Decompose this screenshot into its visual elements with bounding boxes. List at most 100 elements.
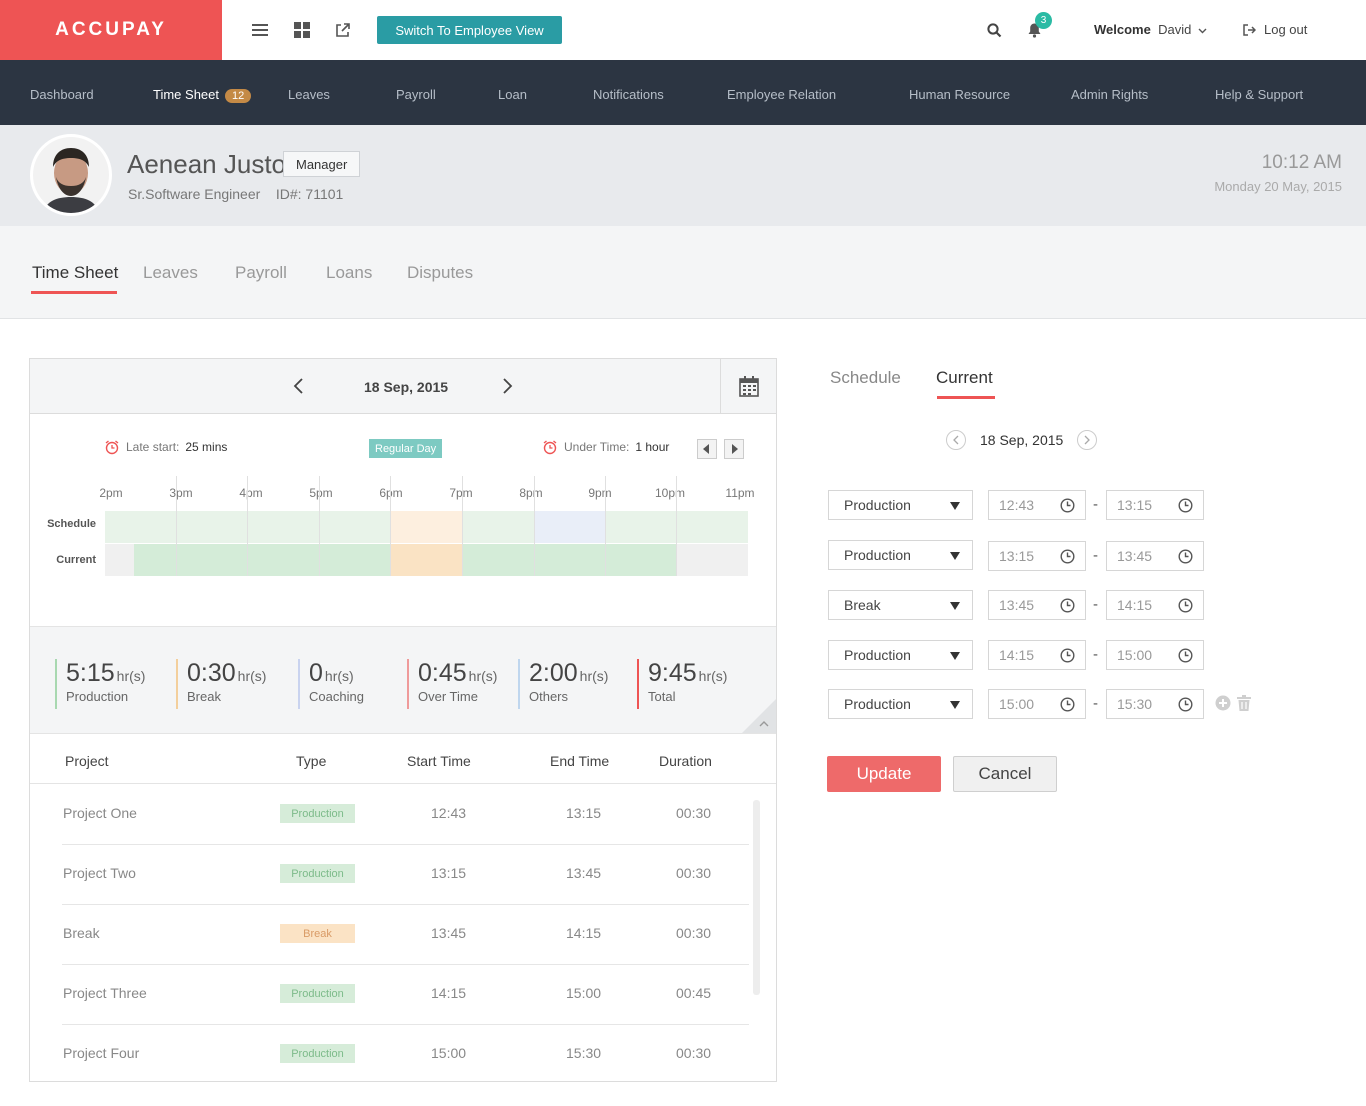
hour-label: 2pm bbox=[99, 486, 123, 500]
logout-button[interactable]: Log out bbox=[1243, 22, 1307, 37]
clock-icon[interactable] bbox=[1060, 648, 1075, 663]
update-button[interactable]: Update bbox=[827, 756, 941, 792]
entry-type-select[interactable]: Production bbox=[828, 490, 973, 520]
entry-start-time-input[interactable]: 13:45 bbox=[988, 590, 1086, 620]
entry-end-time-input[interactable]: 13:45 bbox=[1106, 541, 1204, 571]
clock-icon[interactable] bbox=[1060, 697, 1075, 712]
app-logo[interactable]: ACCUPAY bbox=[0, 0, 222, 60]
tab-disputes[interactable]: Disputes bbox=[407, 263, 473, 283]
editor-next-day-button[interactable] bbox=[1077, 430, 1097, 450]
editor-previous-day-button[interactable] bbox=[946, 430, 966, 450]
nav-payroll[interactable]: Payroll bbox=[396, 87, 436, 102]
main-navigation: Dashboard Time Sheet 12 Leaves Payroll Lo… bbox=[0, 60, 1366, 125]
entry-end-time-input[interactable]: 15:00 bbox=[1106, 640, 1204, 670]
nav-dashboard[interactable]: Dashboard bbox=[30, 87, 94, 102]
tab-payroll[interactable]: Payroll bbox=[235, 263, 287, 283]
summary-production: 5:15 hr(s) Production bbox=[55, 659, 145, 709]
clock-icon[interactable] bbox=[1178, 697, 1193, 712]
project-name: Break bbox=[63, 925, 100, 941]
table-row[interactable]: Project Three Production 14:15 15:00 00:… bbox=[62, 965, 749, 1025]
type-badge: Production bbox=[280, 1044, 355, 1063]
clock-icon[interactable] bbox=[1178, 498, 1193, 513]
clock-icon[interactable] bbox=[1178, 549, 1193, 564]
user-name: David bbox=[1158, 22, 1192, 37]
menu-icon[interactable] bbox=[248, 18, 272, 42]
next-day-icon[interactable] bbox=[500, 377, 514, 395]
chevron-up-icon[interactable] bbox=[759, 720, 769, 727]
tab-loans[interactable]: Loans bbox=[326, 263, 372, 283]
timeline-gridline bbox=[176, 476, 177, 576]
timeline-gridline bbox=[605, 476, 606, 576]
late-start-info: Late start: 25 mins bbox=[104, 439, 227, 455]
tab-current[interactable]: Current bbox=[936, 368, 993, 388]
user-menu[interactable]: Welcome David bbox=[1094, 22, 1207, 37]
current-timeline bbox=[105, 544, 748, 576]
table-scrollbar[interactable] bbox=[753, 800, 760, 995]
summary-unit: hr(s) bbox=[324, 668, 354, 684]
entry-type-select[interactable]: Production bbox=[828, 640, 973, 670]
table-row[interactable]: Project Four Production 15:00 15:30 00:3… bbox=[62, 1025, 749, 1081]
alarm-clock-icon bbox=[543, 440, 557, 455]
nav-leaves[interactable]: Leaves bbox=[288, 87, 330, 102]
entry-start-time-input[interactable]: 15:00 bbox=[988, 689, 1086, 719]
clock-icon[interactable] bbox=[1178, 598, 1193, 613]
hour-label: 8pm bbox=[519, 486, 543, 500]
summary-unit: hr(s) bbox=[116, 668, 146, 684]
project-name: Project Two bbox=[63, 865, 136, 881]
table-row[interactable]: Project One Production 12:43 13:15 00:30 bbox=[62, 785, 749, 845]
job-title: Sr.Software Engineer bbox=[128, 186, 261, 202]
clock-icon[interactable] bbox=[1060, 498, 1075, 513]
external-link-icon[interactable] bbox=[331, 18, 355, 42]
current-time: 10:12 AM bbox=[1261, 152, 1342, 173]
add-entry-icon[interactable] bbox=[1215, 695, 1231, 711]
clock-icon[interactable] bbox=[1178, 648, 1193, 663]
under-time-label: Under Time: bbox=[564, 440, 630, 454]
schedule-row-label: Schedule bbox=[47, 518, 96, 530]
table-row[interactable]: Break Break 13:45 14:15 00:30 bbox=[62, 905, 749, 965]
entry-start-time-input[interactable]: 12:43 bbox=[988, 490, 1086, 520]
nav-notifications[interactable]: Notifications bbox=[593, 87, 664, 102]
tab-schedule[interactable]: Schedule bbox=[830, 368, 901, 388]
previous-day-icon[interactable] bbox=[292, 377, 306, 395]
hour-label: 11pm bbox=[725, 486, 755, 500]
timeline-next-button[interactable] bbox=[724, 439, 744, 459]
table-row[interactable]: Project Two Production 13:15 13:45 00:30 bbox=[62, 845, 749, 905]
entry-end-time-input[interactable]: 15:30 bbox=[1106, 689, 1204, 719]
nav-help-support[interactable]: Help & Support bbox=[1215, 87, 1303, 102]
grid-icon[interactable] bbox=[290, 18, 314, 42]
entry-type-select[interactable]: Production bbox=[828, 540, 973, 570]
editor-date: 18 Sep, 2015 bbox=[980, 432, 1064, 448]
entry-type-value: Production bbox=[844, 497, 911, 513]
tab-leaves[interactable]: Leaves bbox=[143, 263, 198, 283]
clock-icon[interactable] bbox=[1060, 549, 1075, 564]
nav-time-sheet-label: Time Sheet bbox=[153, 87, 219, 102]
type-badge: Production bbox=[280, 864, 355, 883]
alarm-clock-icon bbox=[105, 440, 119, 455]
collapse-toggle[interactable] bbox=[742, 699, 776, 733]
nav-loan[interactable]: Loan bbox=[498, 87, 527, 102]
entry-end-time-input[interactable]: 14:15 bbox=[1106, 590, 1204, 620]
timeline-prev-button[interactable] bbox=[697, 439, 717, 459]
clock-icon[interactable] bbox=[1060, 598, 1075, 613]
start-time-value: 15:00 bbox=[999, 696, 1035, 712]
cancel-button[interactable]: Cancel bbox=[953, 756, 1057, 792]
entry-type-select[interactable]: Production bbox=[828, 689, 973, 719]
tab-time-sheet[interactable]: Time Sheet bbox=[32, 263, 118, 283]
search-icon[interactable] bbox=[982, 18, 1006, 42]
schedule-production-block bbox=[105, 511, 391, 543]
nav-time-sheet[interactable]: Time Sheet 12 bbox=[153, 87, 252, 103]
nav-human-resource[interactable]: Human Resource bbox=[909, 87, 1010, 102]
entry-start-time-input[interactable]: 14:15 bbox=[988, 640, 1086, 670]
entry-end-time-input[interactable]: 13:15 bbox=[1106, 490, 1204, 520]
entry-start-time-input[interactable]: 13:15 bbox=[988, 541, 1086, 571]
dropdown-arrow-icon bbox=[950, 602, 960, 610]
start-time-value: 13:45 bbox=[999, 597, 1035, 613]
nav-employee-relation[interactable]: Employee Relation bbox=[727, 87, 836, 102]
entry-type-select[interactable]: Break bbox=[828, 590, 973, 620]
switch-employee-view-button[interactable]: Switch To Employee View bbox=[377, 16, 562, 44]
current-date: Monday 20 May, 2015 bbox=[1214, 179, 1342, 194]
summary-value: 2:00 bbox=[529, 659, 578, 687]
calendar-button[interactable] bbox=[720, 359, 776, 414]
delete-entry-icon[interactable] bbox=[1237, 695, 1251, 711]
nav-admin-rights[interactable]: Admin Rights bbox=[1071, 87, 1148, 102]
